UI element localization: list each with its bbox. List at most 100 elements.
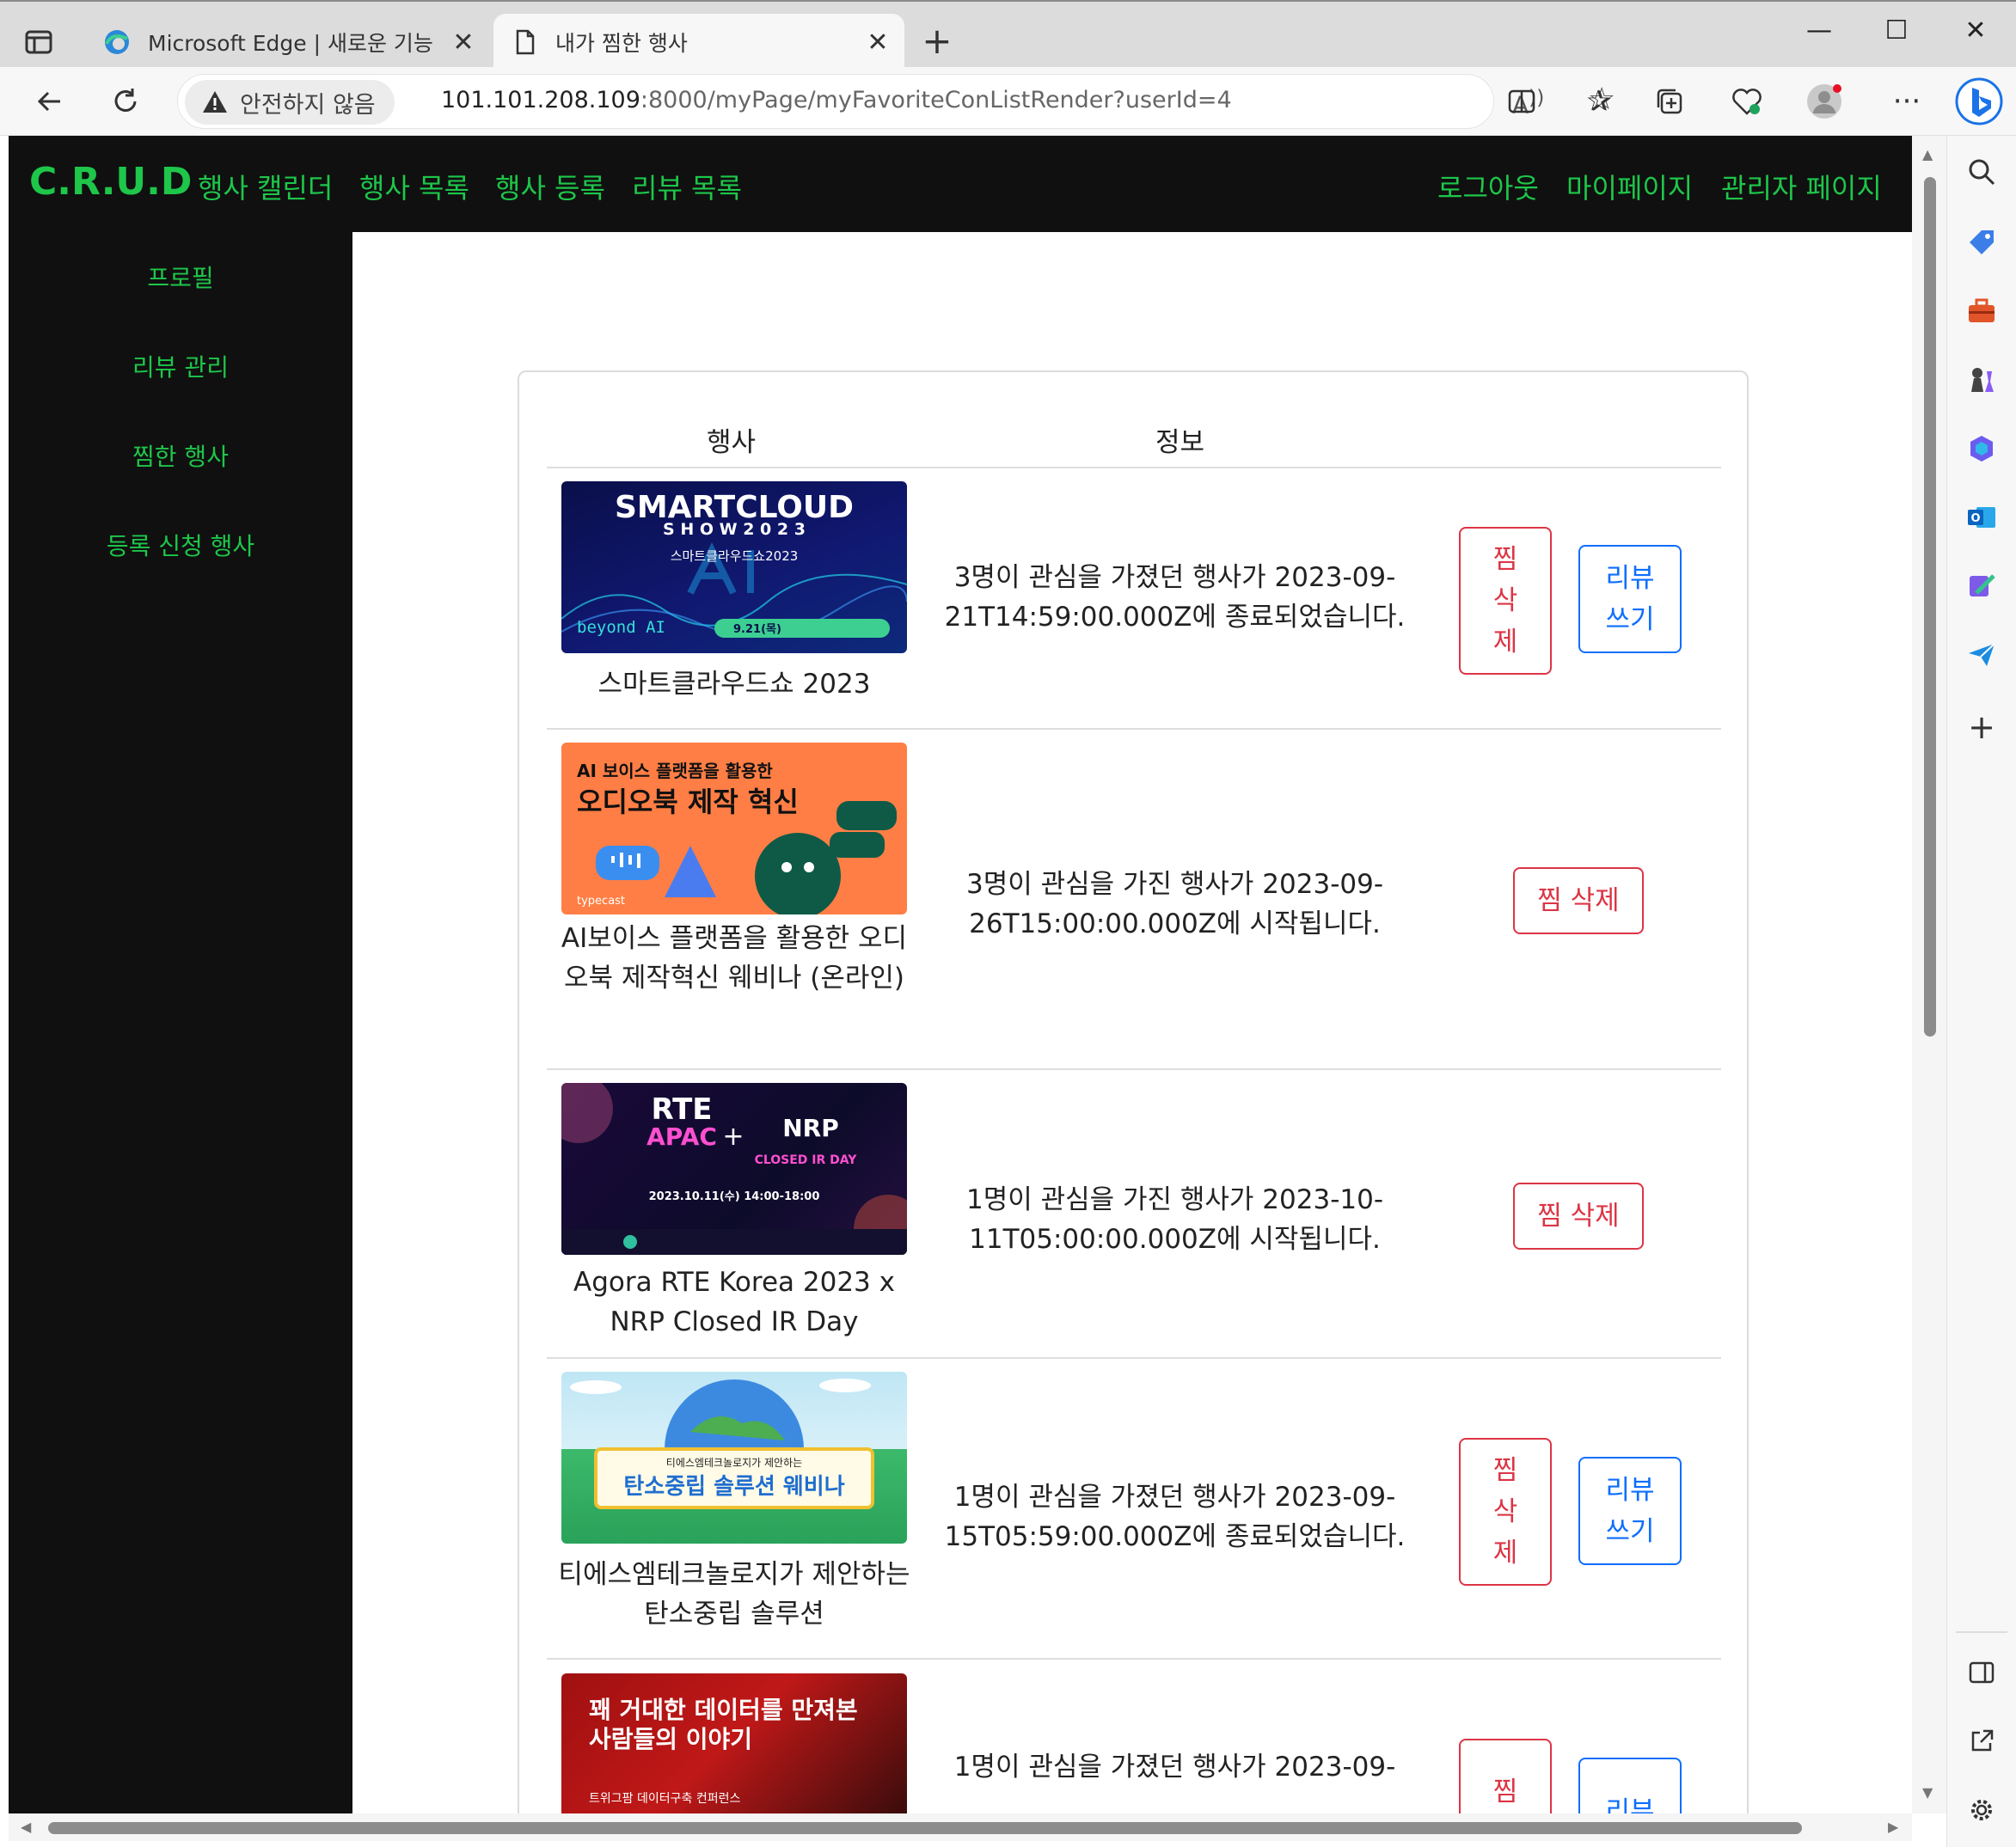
back-icon[interactable] bbox=[31, 83, 69, 120]
delete-favorite-button[interactable]: 찜 삭제 bbox=[1459, 527, 1552, 675]
delete-favorite-button[interactable]: 찜 삭제 bbox=[1513, 1183, 1644, 1250]
delete-favorite-button[interactable]: 찜 삭제 bbox=[1459, 1438, 1552, 1586]
scroll-up-arrow-icon[interactable]: ▲ bbox=[1922, 146, 1933, 162]
sidebar-item-favorite-events[interactable]: 찜한 행사 bbox=[9, 438, 352, 473]
nav-mypage[interactable]: 마이페이지 bbox=[1566, 167, 1693, 206]
event-title[interactable]: 티에스엠테크놀로지가 제안하는 탄소중립 솔루션 bbox=[549, 1555, 919, 1634]
button-label: 리뷰 쓰기 bbox=[1605, 563, 1655, 635]
poster-text: 2023.10.11(수) 14:00-18:00 bbox=[649, 1190, 820, 1203]
poster-text: S H O W 2 0 2 3 bbox=[663, 520, 806, 539]
address-bar[interactable]: 안전하지 않음 101.101.208.109:8000/myPage/myFa… bbox=[177, 74, 1615, 129]
event-title[interactable]: 스마트클라우드쇼 2023 bbox=[549, 664, 919, 704]
shopping-tag-icon[interactable] bbox=[1963, 223, 2001, 261]
write-review-button[interactable]: 리뷰 쓰기 bbox=[1578, 1457, 1682, 1565]
event-poster[interactable]: RTE APAC + NRP CLOSED IR DAY 2023.10.11(… bbox=[561, 1083, 907, 1255]
close-window-icon[interactable]: ✕ bbox=[1950, 14, 2001, 48]
event-poster[interactable]: AI 보이스 플랫폼을 활용한 오디오북 제작 혁신 typecast bbox=[561, 743, 907, 914]
security-label: 안전하지 않음 bbox=[240, 91, 376, 119]
open-external-icon[interactable] bbox=[1963, 1722, 2001, 1760]
poster-text: CLOSED IR DAY bbox=[755, 1153, 858, 1167]
poster-text: 스마트클라우드쇼2023 bbox=[671, 548, 799, 564]
write-review-button[interactable]: 리뷰 bbox=[1578, 1758, 1682, 1813]
mypage-sidebar: 프로필 리뷰 관리 찜한 행사 등록 신청 행사 bbox=[9, 232, 352, 1813]
poster-text: 꽤 거대한 데이터를 만져본 bbox=[589, 1696, 858, 1724]
scroll-right-arrow-icon[interactable]: ▶ bbox=[1888, 1819, 1898, 1835]
favorites-icon[interactable]: ✰ bbox=[1580, 83, 1618, 120]
event-info: 1명이 관심을 가졌던 행사가 2023-09-15T05:59:00.000Z… bbox=[944, 1482, 1406, 1552]
event-info: 3명이 관심을 가졌던 행사가 2023-09-21T14:59:00.000Z… bbox=[944, 562, 1406, 633]
sidebar-item-profile[interactable]: 프로필 bbox=[9, 260, 352, 294]
collections-icon[interactable] bbox=[1651, 83, 1688, 120]
button-label: 리뷰 쓰기 bbox=[1605, 1475, 1655, 1547]
tab-edge-whats-new[interactable]: Microsoft Edge | 새로운 기능 ✕ bbox=[86, 14, 490, 70]
games-chess-icon[interactable] bbox=[1963, 361, 2001, 399]
delete-favorite-button[interactable]: 찜 삭제 bbox=[1513, 867, 1644, 934]
poster-text: 트위그팜 데이터구축 컨퍼런스 bbox=[589, 1792, 740, 1806]
poster-text: 티에스엠테크놀로지가 제안하는 bbox=[666, 1457, 802, 1469]
tab-actions-icon[interactable] bbox=[24, 28, 53, 57]
event-poster[interactable]: SMARTCLOUD S H O W 2 0 2 3 스마트클라우드쇼2023 … bbox=[561, 481, 907, 653]
browser-toolbar: 안전하지 않음 101.101.208.109:8000/myPage/myFa… bbox=[0, 67, 2016, 136]
write-review-button[interactable]: 리뷰 쓰기 bbox=[1578, 545, 1682, 653]
close-tab-icon[interactable]: ✕ bbox=[450, 28, 476, 58]
poster-text: 오디오북 제작 혁신 bbox=[577, 786, 799, 818]
button-label: 리뷰 bbox=[1605, 1796, 1655, 1813]
minimize-icon[interactable]: — bbox=[1793, 14, 1845, 48]
close-tab-icon[interactable]: ✕ bbox=[865, 28, 891, 58]
header-divider bbox=[547, 467, 1721, 468]
nav-admin-page[interactable]: 관리자 페이지 bbox=[1721, 167, 1882, 206]
sidebar-item-registered-events[interactable]: 등록 신청 행사 bbox=[9, 528, 352, 562]
poster-text: 사람들의 이야기 bbox=[589, 1725, 752, 1753]
horizontal-scroll-thumb[interactable] bbox=[48, 1822, 1802, 1834]
sidebar-item-review-manage[interactable]: 리뷰 관리 bbox=[9, 349, 352, 383]
poster-text: beyond AI bbox=[577, 618, 665, 637]
scroll-down-arrow-icon[interactable]: ▼ bbox=[1922, 1784, 1933, 1801]
delete-favorite-button[interactable]: 찜 삭 bbox=[1459, 1739, 1552, 1813]
nav-event-register[interactable]: 행사 등록 bbox=[495, 167, 605, 206]
tab-favorites[interactable]: 내가 찜한 행사 ✕ bbox=[493, 14, 904, 70]
browser-essentials-icon[interactable] bbox=[1728, 83, 1766, 120]
horizontal-scrollbar[interactable]: ◀ ▶ bbox=[9, 1813, 1912, 1841]
designer-icon[interactable] bbox=[1963, 567, 2001, 605]
security-indicator[interactable]: 안전하지 않음 bbox=[185, 80, 395, 125]
nav-review-list[interactable]: 리뷰 목록 bbox=[632, 167, 742, 206]
event-title[interactable]: AI보이스 플랫폼을 활용한 오디오북 제작혁신 웨비나 (온라인) bbox=[549, 919, 919, 998]
hide-sidebar-icon[interactable] bbox=[1963, 1654, 2001, 1691]
poster-text: RTE bbox=[651, 1092, 712, 1127]
maximize-icon[interactable]: ☐ bbox=[1871, 14, 1922, 48]
event-title[interactable]: Agora RTE Korea 2023 x NRP Closed IR Day bbox=[549, 1263, 919, 1342]
bing-copilot-icon[interactable] bbox=[1955, 77, 2003, 125]
poster-text: typecast bbox=[577, 895, 625, 908]
vertical-scrollbar[interactable]: ▲ ▼ bbox=[1912, 136, 1946, 1813]
row-divider bbox=[547, 1068, 1721, 1070]
vertical-scroll-thumb[interactable] bbox=[1924, 177, 1936, 1037]
nav-event-calendar[interactable]: 행사 캘린더 bbox=[198, 167, 333, 206]
page-icon bbox=[516, 29, 535, 55]
send-icon[interactable] bbox=[1963, 636, 2001, 674]
scroll-left-arrow-icon[interactable]: ◀ bbox=[21, 1819, 31, 1835]
outlook-icon[interactable]: O bbox=[1963, 498, 2001, 536]
site-brand[interactable]: C.R.U.D bbox=[29, 160, 192, 204]
search-icon[interactable] bbox=[1963, 153, 2001, 191]
button-label: 찜 삭 bbox=[1492, 1777, 1518, 1807]
column-header-event: 행사 bbox=[707, 427, 757, 458]
button-label: 찜 삭제 bbox=[1537, 1201, 1620, 1232]
profile-avatar[interactable] bbox=[1805, 83, 1843, 120]
url-text[interactable]: 101.101.208.109:8000/myPage/myFavoriteCo… bbox=[441, 87, 1232, 113]
microsoft-365-icon[interactable] bbox=[1963, 430, 2001, 468]
nav-logout[interactable]: 로그아웃 bbox=[1437, 167, 1539, 206]
settings-gear-icon[interactable] bbox=[1963, 1791, 2001, 1829]
event-info: 1명이 관심을 가진 행사가 2023-10-11T05:00:00.000Z에… bbox=[965, 1184, 1384, 1255]
event-poster[interactable]: 꽤 거대한 데이터를 만져본 사람들의 이야기 트위그팜 데이터구축 컨퍼런스 bbox=[561, 1673, 907, 1813]
nav-event-list[interactable]: 행사 목록 bbox=[359, 167, 469, 206]
add-sidebar-app-icon[interactable]: + bbox=[1963, 708, 2001, 746]
poster-text: AI 보이스 플랫폼을 활용한 bbox=[577, 761, 773, 781]
event-poster[interactable]: 티에스엠테크놀로지가 제안하는 탄소중립 솔루션 웨비나 bbox=[561, 1372, 907, 1544]
more-menu-icon[interactable]: ··· bbox=[1888, 83, 1926, 120]
new-tab-icon[interactable]: + bbox=[920, 21, 954, 62]
tools-briefcase-icon[interactable] bbox=[1963, 292, 2001, 330]
row-divider bbox=[547, 728, 1721, 730]
event-info: 3명이 관심을 가진 행사가 2023-09-26T15:00:00.000Z에… bbox=[965, 869, 1384, 939]
refresh-icon[interactable] bbox=[107, 83, 144, 120]
split-screen-icon[interactable] bbox=[1503, 83, 1541, 120]
